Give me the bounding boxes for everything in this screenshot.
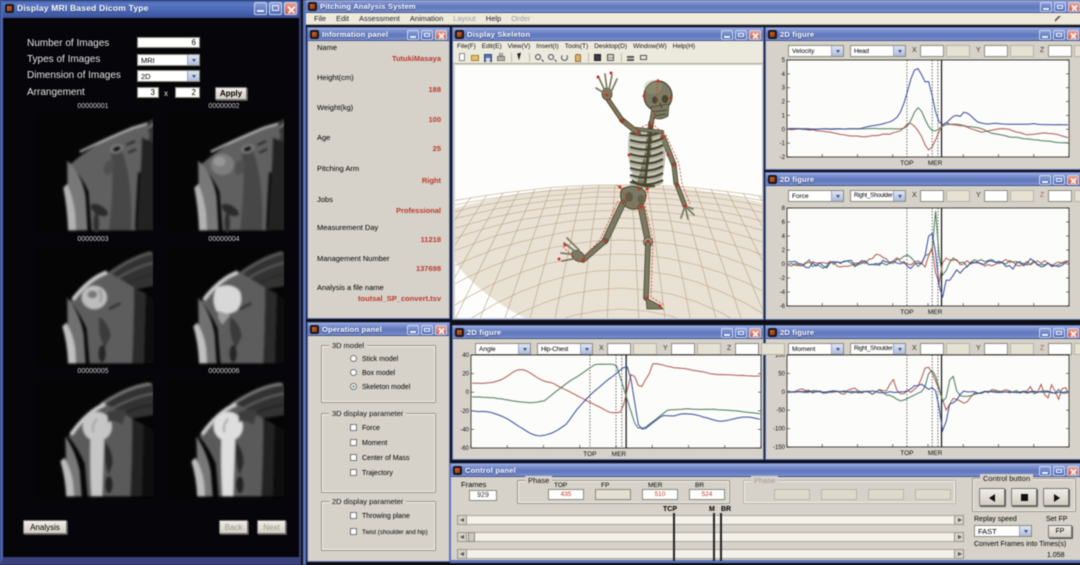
svg-text:2: 2 [782,100,786,106]
svg-text:4: 4 [782,234,786,240]
svg-text:TOP: TOP [583,451,596,458]
svg-text:-2: -2 [780,276,786,282]
svg-text:50: 50 [778,371,785,377]
svg-text:3: 3 [782,86,786,92]
svg-text:MER: MER [928,309,943,316]
svg-text:1: 1 [782,113,786,119]
svg-text:0: 0 [782,262,786,268]
svg-text:0: 0 [466,390,470,396]
svg-text:-40: -40 [460,427,469,433]
svg-text:4: 4 [782,72,786,78]
svg-text:-6: -6 [780,304,786,310]
svg-text:20: 20 [462,372,469,378]
svg-text:6: 6 [782,220,786,226]
svg-text:2: 2 [782,248,786,254]
svg-text:-100: -100 [773,427,786,433]
svg-text:TOP: TOP [900,160,913,167]
svg-text:MER: MER [612,451,627,458]
svg-text:5: 5 [782,58,786,64]
svg-text:-4: -4 [780,290,786,296]
svg-text:-20: -20 [460,409,469,415]
svg-text:TOP: TOP [900,450,913,457]
svg-text:MER: MER [928,450,943,457]
svg-text:MER: MER [928,160,943,167]
svg-text:-1: -1 [780,141,786,147]
svg-text:0: 0 [782,127,786,133]
svg-text:-60: -60 [460,446,469,452]
svg-text:-50: -50 [776,408,785,414]
svg-text:0: 0 [782,390,786,396]
svg-text:8: 8 [782,206,786,212]
svg-text:-150: -150 [773,445,786,451]
svg-text:40: 40 [462,353,469,359]
svg-text:TOP: TOP [900,309,913,316]
svg-text:-2: -2 [780,155,786,161]
